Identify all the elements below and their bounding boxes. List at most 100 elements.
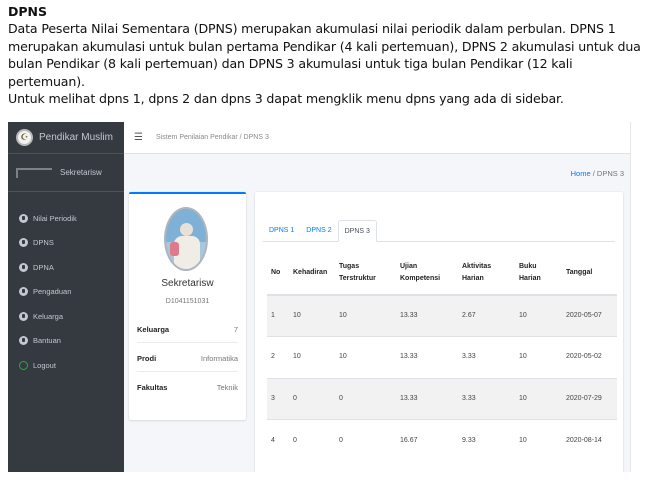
table-row: 1 10 10 13.33 2.67 10 2020-05-07 (267, 294, 617, 337)
document-text: DPNS Data Peserta Nilai Sementara (DPNS)… (8, 3, 648, 108)
table-cell: 2.67 (458, 294, 515, 337)
sidebar-item-label: Logout (33, 360, 56, 370)
table-cell: 2020-07-29 (562, 377, 617, 420)
col-header: Tugas Terstruktur (335, 252, 396, 296)
ring-icon (19, 360, 28, 370)
circle-icon (19, 213, 28, 223)
brand-link[interactable]: ☪ Pendikar Muslim (8, 122, 124, 154)
user-avatar-icon (16, 167, 52, 178)
table-cell: 4 (267, 419, 289, 461)
profile-row-label: Fakultas (137, 382, 168, 392)
table-cell: 3.33 (458, 377, 515, 420)
sidebar-item-label: DPNS (33, 238, 54, 248)
profile-id: D1041151031 (165, 298, 210, 305)
table-header-row: No Kehadiran Tugas Terstruktur Ujian Kom… (267, 252, 617, 296)
table-row: 3 0 0 13.33 3.33 10 2020-07-29 (267, 377, 617, 420)
table-cell: 2020-05-02 (562, 336, 617, 378)
col-header: No (267, 252, 289, 296)
sidebar-item-label: Pengaduan (33, 287, 72, 297)
sidebar-item-dpna[interactable]: DPNA (8, 255, 124, 280)
circle-icon (19, 238, 28, 248)
top-navbar: ☰ Sistem Penilaian Pendikar / DPNS 3 (124, 122, 630, 154)
table-cell: 10 (335, 294, 396, 337)
col-header: Buku Harian (515, 252, 562, 296)
table-cell: 10 (289, 336, 335, 378)
table-row: 4 0 0 16.67 9.33 10 2020-08-14 (267, 419, 617, 461)
brand-logo-icon: ☪ (16, 129, 33, 146)
table-cell: 10 (335, 336, 396, 378)
table-cell: 0 (289, 377, 335, 420)
profile-row-prodi: Prodi Informatika (137, 346, 238, 372)
breadcrumb-separator: / (592, 169, 595, 178)
table-cell: 3 (267, 377, 289, 420)
dpns-tabs: DPNS 1 DPNS 2 DPNS 3 (263, 220, 615, 242)
sidebar-item-logout[interactable]: Logout (8, 353, 124, 378)
table-cell: 2020-08-14 (562, 419, 617, 461)
table-cell: 10 (515, 336, 562, 378)
sidebar-item-dpns[interactable]: DPNS (8, 231, 124, 256)
hamburger-menu-icon[interactable]: ☰ (134, 132, 146, 143)
doc-paragraph-1: Data Peserta Nilai Sementara (DPNS) meru… (8, 21, 641, 89)
sidebar-item-nilai-periodik[interactable]: Nilai Periodik (8, 206, 124, 231)
content-header: Home / DPNS 3 (124, 154, 630, 190)
sidebar-item-label: Nilai Periodik (33, 213, 77, 223)
dpns-table: No Kehadiran Tugas Terstruktur Ujian Kom… (267, 252, 617, 461)
sidebar-item-bantuan[interactable]: Bantuan (8, 329, 124, 354)
table-cell: 13.33 (396, 336, 458, 378)
user-name: Sekretarisw (60, 168, 102, 177)
table-cell: 0 (335, 377, 396, 420)
table-cell: 0 (335, 419, 396, 461)
app-screenshot: ☪ Pendikar Muslim Sekretarisw Nilai Peri… (8, 122, 631, 472)
navbar-breadcrumb: Sistem Penilaian Pendikar / DPNS 3 (156, 134, 269, 141)
profile-row-label: Keluarga (137, 325, 170, 334)
tab-dpns-2[interactable]: DPNS 2 (300, 220, 337, 242)
profile-row-value: 7 (233, 325, 238, 334)
tab-dpns-3[interactable]: DPNS 3 (337, 220, 377, 242)
table-cell: 10 (515, 377, 562, 420)
table-cell: 13.33 (396, 377, 458, 420)
profile-row-value: Teknik (216, 382, 238, 392)
sidebar-item-label: DPNA (33, 262, 54, 272)
profile-name: Sekretarisw (161, 278, 214, 289)
table-cell: 1 (267, 294, 289, 337)
table-cell: 10 (289, 294, 335, 337)
breadcrumb-current: DPNS 3 (596, 169, 624, 178)
circle-icon (19, 287, 28, 297)
profile-card: Sekretarisw D1041151031 Keluarga 7 Prodi… (129, 192, 246, 420)
sidebar-item-keluarga[interactable]: Keluarga (8, 304, 124, 329)
circle-icon (19, 311, 28, 321)
circle-icon (19, 336, 28, 346)
profile-row-keluarga: Keluarga 7 (137, 317, 238, 343)
breadcrumb-home-link[interactable]: Home (571, 169, 591, 178)
table-cell: 3.33 (458, 336, 515, 378)
breadcrumb: Home / DPNS 3 (571, 169, 624, 178)
col-header: Tanggal (562, 252, 617, 296)
sidebar-item-label: Keluarga (33, 311, 64, 321)
col-header: Ujian Kompetensi (396, 252, 458, 296)
sidebar: ☪ Pendikar Muslim Sekretarisw Nilai Peri… (8, 122, 124, 472)
col-header: Aktivitas Harian (458, 252, 515, 296)
doc-paragraph-2: Untuk melihat dpns 1, dpns 2 dan dpns 3 … (8, 91, 564, 106)
circle-icon (19, 262, 28, 272)
user-panel[interactable]: Sekretarisw (8, 154, 124, 192)
dpns-card: DPNS 1 DPNS 2 DPNS 3 No Kehadiran Tugas … (255, 192, 623, 472)
profile-row-value: Informatika (200, 354, 238, 363)
table-cell: 9.33 (458, 419, 515, 461)
table-cell: 2 (267, 336, 289, 378)
table-row: 2 10 10 13.33 3.33 10 2020-05-02 (267, 336, 617, 378)
tab-dpns-1[interactable]: DPNS 1 (263, 220, 300, 242)
table-cell: 10 (515, 419, 562, 461)
profile-row-fakultas: Fakultas Teknik (137, 374, 238, 400)
col-header: Kehadiran (289, 252, 335, 296)
sidebar-menu: Nilai Periodik DPNS DPNA Pengaduan Kelua… (8, 192, 124, 378)
table-cell: 10 (515, 294, 562, 337)
profile-row-label: Prodi (137, 354, 157, 363)
table-cell: 16.67 (396, 419, 458, 461)
sidebar-item-label: Bantuan (33, 336, 61, 346)
table-cell: 13.33 (396, 294, 458, 337)
sidebar-item-pengaduan[interactable]: Pengaduan (8, 280, 124, 305)
profile-photo (164, 207, 208, 271)
doc-title: DPNS (8, 4, 48, 19)
table-cell: 0 (289, 419, 335, 461)
table-cell: 2020-05-07 (562, 294, 617, 337)
